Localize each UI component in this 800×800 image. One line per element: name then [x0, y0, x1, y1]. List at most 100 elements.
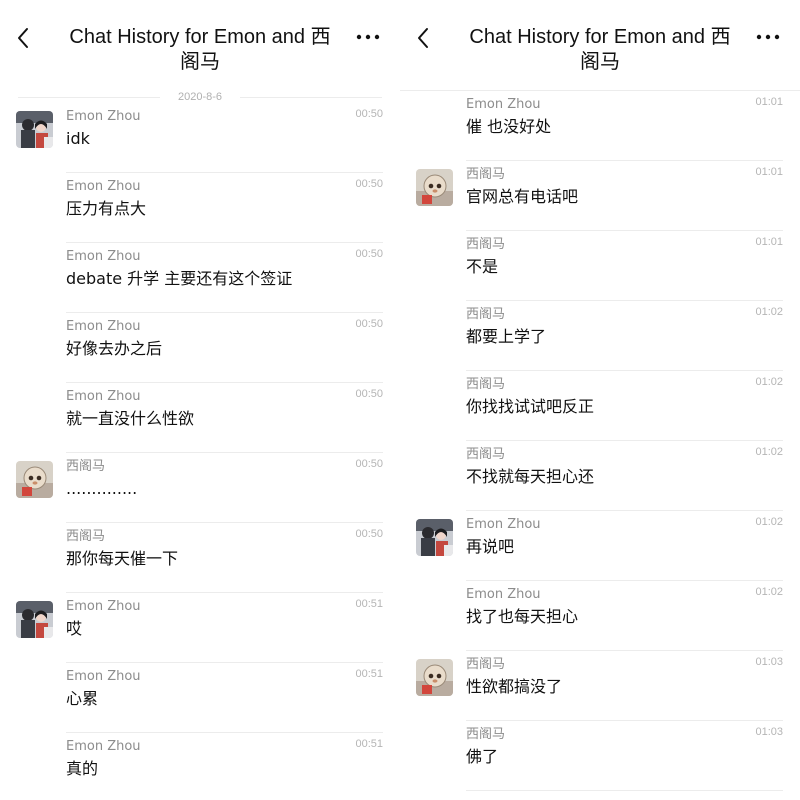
- sender-name: 西阁马: [466, 727, 506, 742]
- timestamp: 01:02: [755, 376, 783, 388]
- date-separator: 2020-8-6: [18, 90, 382, 104]
- back-button[interactable]: [410, 24, 438, 52]
- avatar-xigema-icon: [16, 461, 53, 498]
- timestamp: 00:50: [355, 108, 383, 120]
- sender-name: 西阁马: [66, 459, 106, 474]
- message-item[interactable]: Emon Zhou 00:51 心累: [0, 663, 400, 733]
- message-item[interactable]: 西阁马 01:03 性欲都搞没了: [400, 651, 800, 721]
- avatar-emon-icon: [16, 601, 53, 638]
- timestamp: 00:50: [355, 318, 383, 330]
- message-item[interactable]: 西阁马 01:01 不是: [400, 231, 800, 301]
- timestamp: 00:50: [355, 248, 383, 260]
- avatar[interactable]: [416, 659, 453, 696]
- message-item[interactable]: 西阁马 01:01 官网总有电话吧: [400, 161, 800, 231]
- message-text: 找了也每天担心: [466, 607, 579, 626]
- sender-name: Emon Zhou: [66, 389, 141, 404]
- message-item[interactable]: Emon Zhou 00:51 哎: [0, 593, 400, 663]
- sender-name: Emon Zhou: [66, 109, 141, 124]
- back-button[interactable]: [10, 24, 38, 52]
- message-item[interactable]: Emon Zhou 01:01 催 也没好处: [400, 91, 800, 161]
- sender-name: 西阁马: [466, 447, 506, 462]
- more-horizontal-icon: [356, 34, 380, 40]
- avatar[interactable]: [16, 461, 53, 498]
- avatar[interactable]: [16, 601, 53, 638]
- message-item[interactable]: Emon Zhou 01:02 找了也每天担心: [400, 581, 800, 651]
- message-text: 再说吧: [466, 537, 515, 556]
- avatar-emon-icon: [16, 111, 53, 148]
- sender-name: Emon Zhou: [66, 179, 141, 194]
- message-text: 不是: [466, 257, 499, 276]
- more-button[interactable]: [752, 26, 784, 48]
- message-item[interactable]: Emon Zhou 00:51 真的: [0, 733, 400, 800]
- message-text: 好像去办之后: [66, 339, 163, 358]
- chat-history-panel-right: Chat History for Emon and 西阁马 Emon Zhou 0…: [400, 0, 800, 800]
- page-title: Chat History for Emon and 西阁马: [69, 26, 331, 73]
- timestamp: 00:50: [355, 458, 383, 470]
- timestamp: 00:50: [355, 178, 383, 190]
- divider: [240, 97, 382, 98]
- timestamp: 00:50: [355, 388, 383, 400]
- message-text: 都要上学了: [466, 327, 547, 346]
- sender-name: 西阁马: [466, 237, 506, 252]
- header: Chat History for Emon and 西阁马: [400, 0, 800, 90]
- message-text: 官网总有电话吧: [466, 187, 579, 206]
- sender-name: 西阁马: [466, 377, 506, 392]
- chevron-left-icon: [18, 28, 28, 48]
- message-text: idk: [66, 129, 90, 148]
- sender-name: 西阁马: [466, 167, 506, 182]
- message-item[interactable]: Emon Zhou 01:02 再说吧: [400, 511, 800, 581]
- sender-name: Emon Zhou: [66, 739, 141, 754]
- sender-name: Emon Zhou: [466, 97, 541, 112]
- message-text: 就一直没什么性欲: [66, 409, 195, 428]
- message-text: 催 也没好处: [466, 117, 552, 136]
- message-item[interactable]: 西阁马 00:50 那你每天催一下: [0, 523, 400, 593]
- message-text: 性欲都搞没了: [466, 677, 563, 696]
- timestamp: 00:50: [355, 528, 383, 540]
- timestamp: 01:01: [755, 96, 783, 108]
- timestamp: 01:02: [755, 306, 783, 318]
- sender-name: Emon Zhou: [66, 669, 141, 684]
- avatar-xigema-icon: [416, 169, 453, 206]
- more-horizontal-icon: [756, 34, 780, 40]
- message-text: 压力有点大: [66, 199, 147, 218]
- sender-name: Emon Zhou: [66, 599, 141, 614]
- timestamp: 01:02: [755, 516, 783, 528]
- message-text: 你找找试试吧反正: [466, 397, 595, 416]
- sender-name: 西阁马: [466, 657, 506, 672]
- message-item[interactable]: Emon Zhou 00:50 就一直没什么性欲: [0, 383, 400, 453]
- avatar-xigema-icon: [416, 659, 453, 696]
- message-item[interactable]: Emon Zhou 00:50 压力有点大: [0, 173, 400, 243]
- avatar-emon-icon: [416, 519, 453, 556]
- message-item[interactable]: 西阁马 01:02 不找就每天担心还: [400, 441, 800, 511]
- message-item[interactable]: Emon Zhou 00:50 好像去办之后: [0, 313, 400, 383]
- avatar[interactable]: [416, 169, 453, 206]
- message-item[interactable]: Emon Zhou 00:50 idk: [0, 103, 400, 173]
- message-text: 哎: [66, 619, 83, 638]
- timestamp: 00:51: [355, 738, 383, 750]
- message-item[interactable]: 西阁马 00:50..............: [0, 453, 400, 523]
- header: Chat History for Emon and 西阁马: [0, 0, 400, 90]
- divider: [466, 790, 783, 791]
- more-button[interactable]: [352, 26, 384, 48]
- timestamp: 01:01: [755, 236, 783, 248]
- avatar[interactable]: [16, 111, 53, 148]
- timestamp: 01:03: [755, 726, 783, 738]
- sender-name: Emon Zhou: [466, 517, 541, 532]
- timestamp: 01:01: [755, 166, 783, 178]
- message-text: ..............: [66, 479, 138, 498]
- message-item[interactable]: 西阁马 01:02 都要上学了: [400, 301, 800, 371]
- message-text: 真的: [66, 759, 99, 778]
- sender-name: Emon Zhou: [66, 319, 141, 334]
- message-item[interactable]: 西阁马 01:02 你找找试试吧反正: [400, 371, 800, 441]
- page-title: Chat History for Emon and 西阁马: [469, 26, 731, 73]
- sender-name: Emon Zhou: [466, 587, 541, 602]
- message-item[interactable]: Emon Zhou 00:50 debate 升学 主要还有这个签证: [0, 243, 400, 313]
- avatar[interactable]: [416, 519, 453, 556]
- message-item[interactable]: 西阁马 01:03 佛了: [400, 721, 800, 791]
- message-text: 佛了: [466, 747, 499, 766]
- message-text: debate 升学 主要还有这个签证: [66, 269, 293, 288]
- message-text: 那你每天催一下: [66, 549, 179, 568]
- chat-history-panel-left: Chat History for Emon and 西阁马 2020-8-6 E…: [0, 0, 400, 800]
- chevron-left-icon: [418, 28, 428, 48]
- message-text: 心累: [66, 689, 99, 708]
